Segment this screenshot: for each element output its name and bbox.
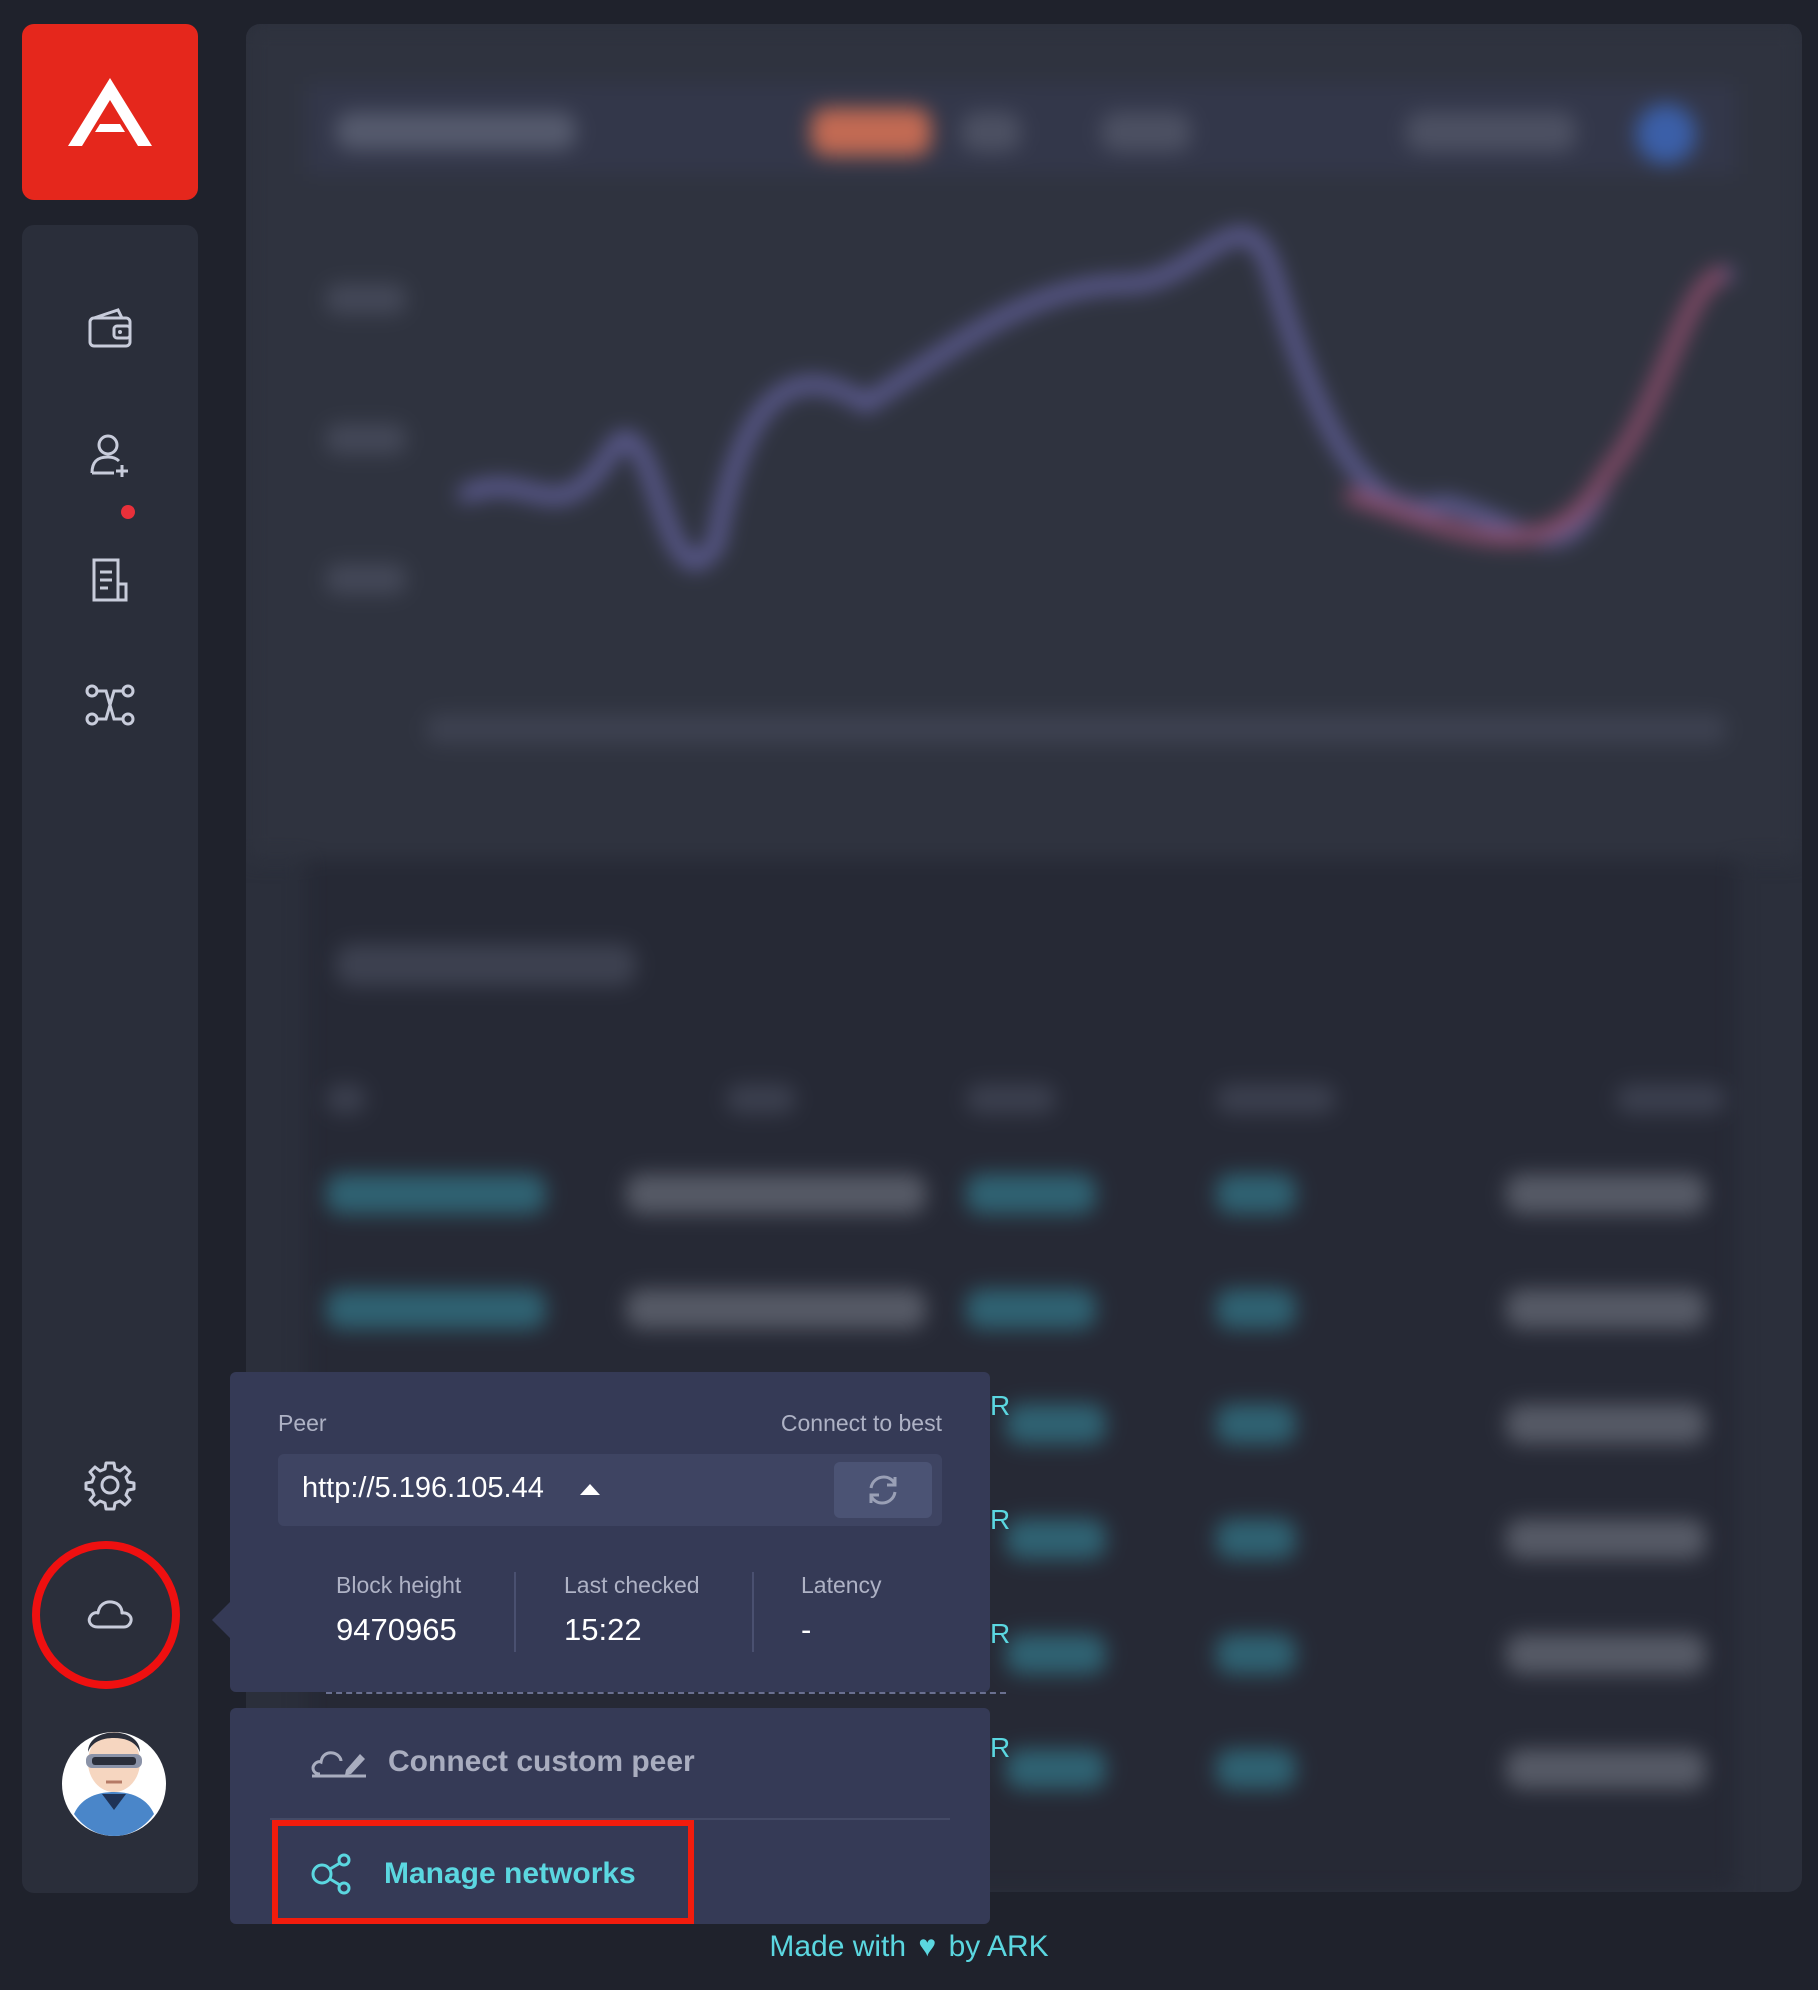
sidebar-item-plugins[interactable] [22,655,198,755]
sidebar-item-announcements[interactable] [22,530,198,630]
sidebar-item-settings[interactable] [22,1435,198,1535]
table-cell-fragment: R [990,1390,1011,1421]
table-cell-fragment: R [990,1618,1011,1649]
footer-made-with: Made with [769,1930,907,1963]
highlight-box [272,1820,694,1924]
stat-divider [514,1572,516,1652]
notification-dot [121,505,135,519]
footer-by-ark[interactable]: by ARK [949,1930,1049,1963]
document-icon [92,558,128,602]
block-height-value: 9470965 [336,1612,457,1647]
network-nodes-icon [85,684,135,726]
last-checked-label: Last checked [564,1572,700,1598]
peer-label: Peer [278,1410,327,1436]
peer-dropdown[interactable]: http://5.196.105.44 [278,1454,942,1526]
last-checked-value: 15:22 [564,1612,642,1647]
dashed-divider [326,1692,1006,1694]
table-cell-fragment: R [990,1504,1011,1535]
block-height-label: Block height [336,1572,462,1598]
connect-to-best-link[interactable]: Connect to best [781,1410,942,1437]
gear-icon [84,1461,136,1511]
popover-arrow [212,1602,230,1638]
refresh-peer-button[interactable] [834,1462,932,1518]
ark-logo-icon [68,78,152,146]
highlight-circle [32,1541,180,1689]
latency-value: - [801,1612,812,1647]
cloud-edit-icon [311,1751,366,1778]
ark-logo[interactable] [22,24,198,200]
add-contact-icon [90,434,128,477]
caret-up-icon [580,1484,600,1495]
heart-icon: ♥ [918,1930,937,1963]
connect-custom-peer-button[interactable]: Connect custom peer [310,1744,695,1780]
sidebar-item-wallets[interactable] [22,280,198,380]
refresh-icon [869,1475,897,1505]
stat-divider [752,1572,754,1652]
table-cell-fragment: R [990,1732,1011,1763]
connect-custom-peer-label: Connect custom peer [388,1745,695,1778]
peer-status-popover: Peer Connect to best http://5.196.105.44… [230,1372,990,1692]
footer-credit: Made with ♥ by ARK [0,1930,1818,1964]
current-peer-url: http://5.196.105.44 [302,1472,544,1504]
sidebar-item-contacts[interactable] [22,405,198,505]
latency-label: Latency [801,1572,882,1598]
wallet-icon [88,308,132,348]
avatar[interactable] [56,1702,172,1838]
